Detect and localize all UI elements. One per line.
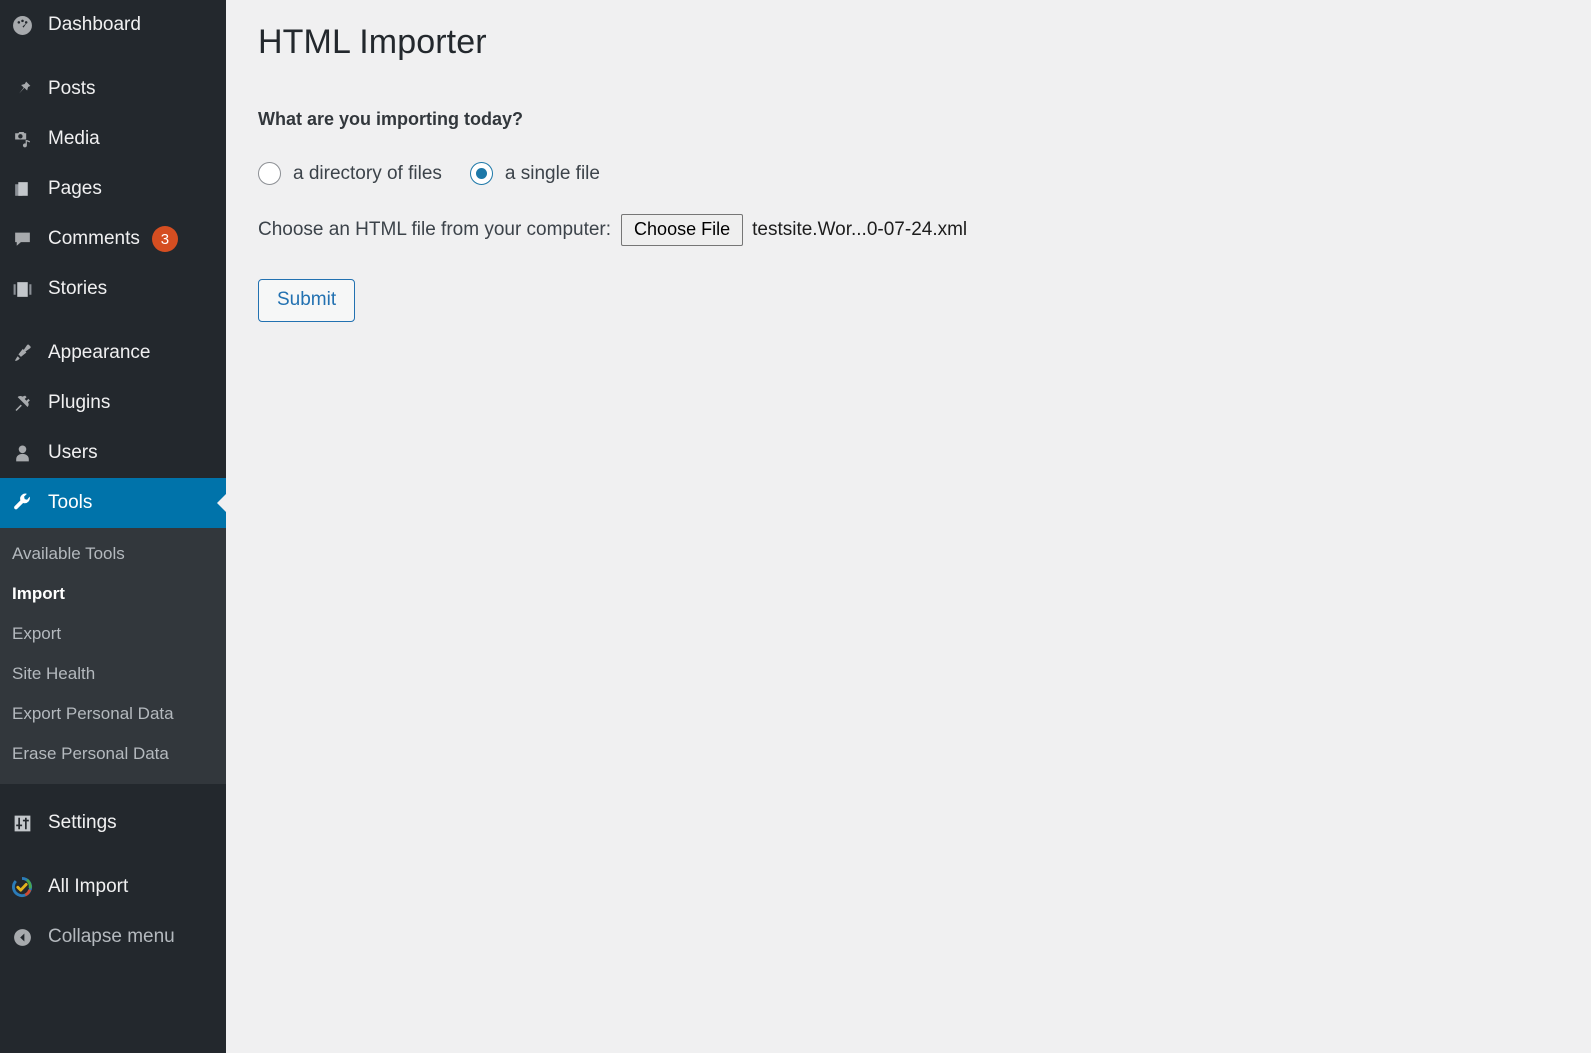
sidebar-item-dashboard[interactable]: Dashboard	[0, 0, 226, 50]
file-picker-label: Choose an HTML file from your computer:	[258, 218, 612, 240]
sidebar-item-label: Pages	[48, 178, 102, 199]
sidebar-item-plugins[interactable]: Plugins	[0, 378, 226, 428]
dashboard-icon	[8, 11, 36, 39]
sidebar-item-stories[interactable]: Stories	[0, 264, 226, 314]
sidebar-item-pages[interactable]: Pages	[0, 164, 226, 214]
choose-file-button[interactable]: Choose File	[621, 214, 744, 246]
sidebar-item-media[interactable]: Media	[0, 114, 226, 164]
comments-count-badge: 3	[151, 226, 178, 252]
sidebar-item-appearance[interactable]: Appearance	[0, 328, 226, 378]
current-menu-arrow-icon	[217, 494, 226, 512]
file-picker-row: Choose an HTML file from your computer: …	[258, 214, 1591, 246]
sidebar-item-users[interactable]: Users	[0, 428, 226, 478]
sidebar-item-label: Comments	[48, 228, 140, 249]
collapse-menu-button[interactable]: Collapse menu	[0, 912, 226, 962]
radio-mark-icon	[469, 162, 493, 186]
pin-icon	[8, 75, 36, 103]
sidebar-item-label: Appearance	[48, 342, 151, 363]
wrench-icon	[8, 489, 36, 517]
menu-separator	[0, 784, 226, 798]
user-icon	[8, 439, 36, 467]
radio-option-directory[interactable]: a directory of files	[258, 162, 442, 186]
sidebar-item-tools[interactable]: Tools	[0, 478, 226, 528]
admin-sidebar: Dashboard Posts Media Pages Comments 3 S…	[0, 0, 226, 1053]
sidebar-item-all-import[interactable]: All Import	[0, 862, 226, 912]
collapse-arrow-icon	[8, 923, 36, 951]
menu-separator	[0, 50, 226, 64]
menu-separator	[0, 314, 226, 328]
stories-icon	[8, 275, 36, 303]
import-prompt-label: What are you importing today?	[258, 109, 524, 130]
sidebar-item-export-personal-data[interactable]: Export Personal Data	[0, 694, 226, 734]
sidebar-item-label: Tools	[48, 492, 93, 513]
brush-icon	[8, 339, 36, 367]
sidebar-item-erase-personal-data[interactable]: Erase Personal Data	[0, 734, 226, 774]
page-title: HTML Importer	[258, 23, 487, 61]
sidebar-item-label: Dashboard	[48, 14, 141, 35]
submit-button[interactable]: Submit	[258, 278, 356, 323]
sidebar-item-label: All Import	[48, 876, 129, 897]
sidebar-item-label: Posts	[48, 78, 96, 99]
sidebar-item-label: Plugins	[48, 392, 111, 413]
main-content: HTML Importer What are you importing tod…	[226, 0, 1591, 1053]
pages-icon	[8, 175, 36, 203]
sidebar-item-label: Users	[48, 442, 98, 463]
radio-mark-icon	[258, 162, 281, 186]
sidebar-item-available-tools[interactable]: Available Tools	[0, 534, 226, 574]
radio-option-single-file[interactable]: a single file	[469, 162, 600, 186]
sidebar-item-import[interactable]: Import	[0, 574, 226, 614]
sidebar-item-settings[interactable]: Settings	[0, 798, 226, 848]
tools-submenu: Available Tools Import Export Site Healt…	[0, 528, 226, 784]
selected-file-name: testsite.Wor...0-07-24.xml	[752, 218, 968, 240]
sidebar-item-posts[interactable]: Posts	[0, 64, 226, 114]
import-type-radio-group: a directory of files a single file	[258, 162, 1591, 186]
all-import-icon	[8, 873, 36, 901]
radio-option-label: a directory of files	[293, 162, 442, 184]
sidebar-item-site-health[interactable]: Site Health	[0, 654, 226, 694]
sidebar-item-export[interactable]: Export	[0, 614, 226, 654]
radio-option-label: a single file	[504, 162, 600, 184]
menu-separator	[0, 848, 226, 862]
sidebar-item-label: Media	[48, 128, 100, 149]
collapse-menu-label: Collapse menu	[48, 926, 175, 947]
comments-icon	[8, 225, 36, 253]
sidebar-item-comments[interactable]: Comments 3	[0, 214, 226, 264]
sidebar-item-label: Stories	[48, 278, 108, 299]
settings-icon	[8, 809, 36, 837]
sidebar-item-label: Settings	[48, 812, 117, 833]
wordpress-admin-screen: Dashboard Posts Media Pages Comments 3 S…	[0, 0, 1591, 1053]
plugin-icon	[8, 389, 36, 417]
media-icon	[8, 125, 36, 153]
